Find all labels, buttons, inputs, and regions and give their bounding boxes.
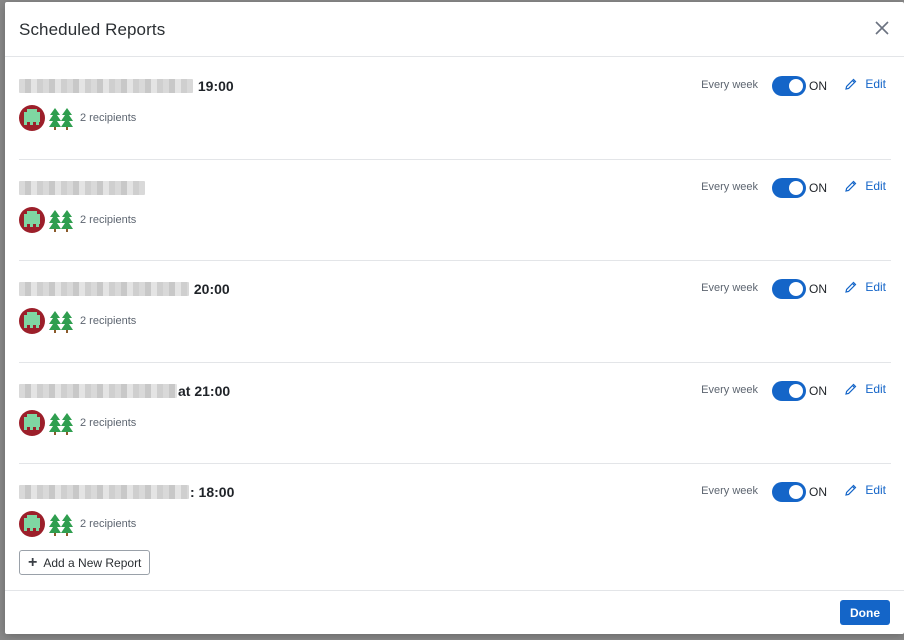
recipients-count: 2 recipients [80,518,137,530]
report-row: at 21:00 2 recipients Every week ON Edit [19,363,891,464]
edit-label: Edit [865,77,886,91]
redacted-text [19,485,189,499]
report-title [19,180,146,196]
schedule-toggle[interactable] [772,482,806,502]
report-recipients-line: 2 recipients [19,206,137,233]
toggle-knob [789,383,803,398]
modal-footer: Done [5,590,904,634]
avatar [19,308,45,334]
pencil-icon [845,281,857,293]
schedule-toggle[interactable] [772,279,806,299]
schedule-toggle[interactable] [772,177,806,198]
pencil-icon [845,180,857,192]
toggle-state-label: ON [809,485,827,499]
edit-button[interactable]: Edit [844,280,886,294]
recipients-count: 2 recipients [80,112,137,124]
modal-title: Scheduled Reports [19,20,166,39]
modal-header: Scheduled Reports [5,2,904,57]
report-title: at 21:00 [19,383,230,399]
edit-button[interactable]: Edit [844,179,886,193]
report-recipients-line: 2 recipients [19,511,137,537]
scheduled-reports-modal: Scheduled Reports 19:00 2 recipients Eve… [5,2,904,634]
recipients-count: 2 recipients [80,416,137,429]
edit-label: Edit [865,178,886,193]
report-title: 19:00 [19,78,234,94]
plus-icon: + [28,553,38,571]
toggle-state-label: ON [809,180,827,195]
report-row: : 18:00 2 recipients Every week ON Edit [19,464,891,566]
frequency-label: Every week [701,79,758,91]
report-title: 20:00 [19,281,230,297]
trees-icon [49,209,73,232]
avatar [19,409,45,436]
report-title: : 18:00 [19,484,234,500]
close-button[interactable] [872,18,892,38]
schedule-toggle[interactable] [772,380,806,401]
edit-label: Edit [865,381,886,396]
pencil-icon [845,484,857,496]
report-time: 19:00 [194,78,234,94]
report-recipients-line: 2 recipients [19,308,137,334]
report-time: at 21:00 [178,382,231,399]
trees-icon [49,514,73,536]
report-recipients-line: 2 recipients [19,409,137,436]
pencil-icon [845,78,857,90]
trees-icon [49,108,73,130]
report-row: 2 recipients Every week ON Edit [19,160,891,261]
redacted-text [19,383,177,398]
toggle-state-label: ON [809,383,827,398]
add-report-button[interactable]: + Add a New Report [19,550,151,575]
report-list: 19:00 2 recipients Every week ON Edit 2 … [19,58,891,566]
report-time: 20:00 [190,281,230,297]
report-recipients-line: 2 recipients [19,105,137,131]
avatar [19,105,45,131]
toggle-state-label: ON [809,282,827,296]
edit-button[interactable]: Edit [844,483,886,497]
edit-label: Edit [865,483,886,497]
frequency-label: Every week [701,485,758,497]
edit-label: Edit [865,280,886,294]
redacted-text [19,282,189,296]
trees-icon [49,412,73,435]
recipients-count: 2 recipients [80,315,137,327]
pencil-icon [845,383,857,395]
add-report-label: Add a New Report [43,555,142,570]
redacted-text [19,180,145,195]
report-row: 20:00 2 recipients Every week ON Edit [19,261,891,363]
avatar [19,206,45,233]
report-row: 19:00 2 recipients Every week ON Edit [19,58,891,160]
schedule-toggle[interactable] [772,76,806,96]
recipients-count: 2 recipients [80,213,137,226]
trees-icon [49,311,73,333]
toggle-state-label: ON [809,79,827,93]
toggle-knob [789,282,803,296]
toggle-knob [789,79,803,93]
frequency-label: Every week [701,180,758,193]
report-time: : 18:00 [190,484,235,500]
toggle-knob [789,485,803,499]
frequency-label: Every week [701,383,758,396]
frequency-label: Every week [701,282,758,294]
done-button[interactable]: Done [840,600,890,625]
redacted-text [19,79,193,93]
toggle-knob [789,180,803,195]
close-icon [875,21,889,35]
edit-button[interactable]: Edit [844,77,886,91]
avatar [19,511,45,537]
edit-button[interactable]: Edit [844,382,886,396]
